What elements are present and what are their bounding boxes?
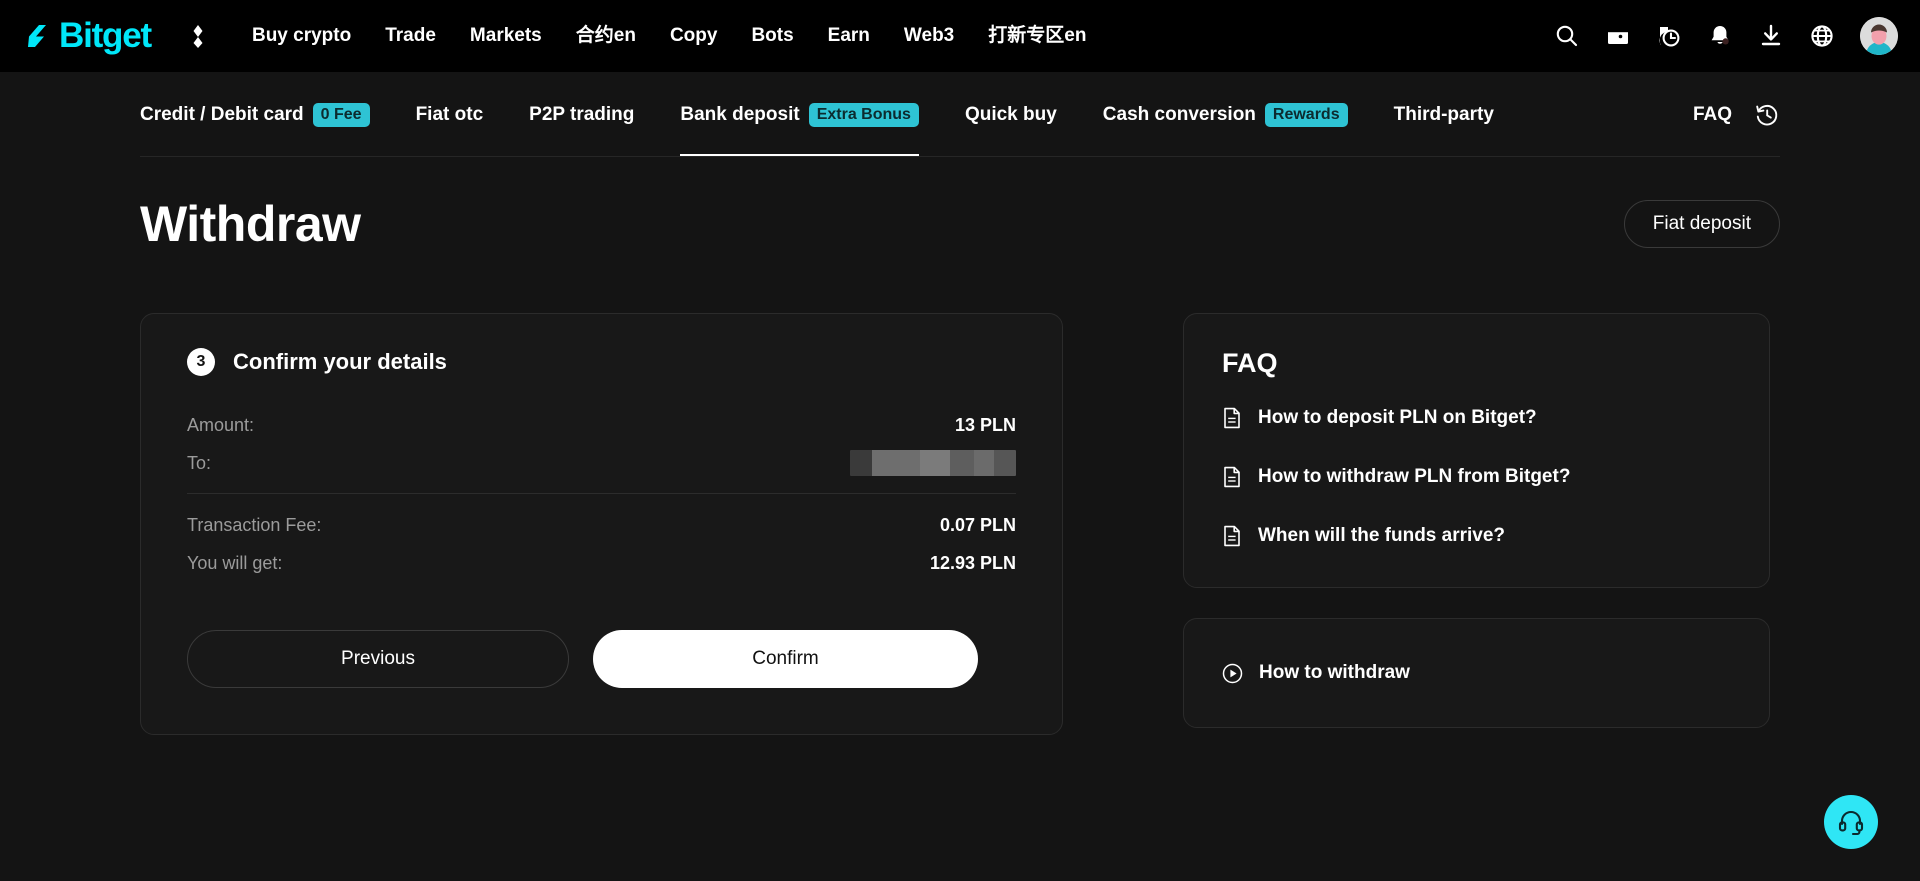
detail-row-transaction-fee: Transaction Fee: 0.07 PLN xyxy=(187,506,1016,544)
bitget-logo-text: Bitget xyxy=(59,16,152,55)
fiat-deposit-button[interactable]: Fiat deposit xyxy=(1623,200,1780,248)
sub-navigation: Credit / Debit card 0 Fee Fiat otc P2P t… xyxy=(0,72,1920,157)
subnav-tab-bank-deposit[interactable]: Bank deposit Extra Bonus xyxy=(680,72,919,157)
notification-bell-icon[interactable] xyxy=(1707,23,1733,49)
document-icon xyxy=(1224,466,1240,488)
faq-item-deposit-pln[interactable]: How to deposit PLN on Bitget? xyxy=(1222,407,1731,429)
nav-item-earn[interactable]: Earn xyxy=(811,24,887,48)
subnav-label: Bank deposit xyxy=(680,103,800,125)
detail-rows: Amount: 13 PLN To: Transaction Fee: 0.07… xyxy=(187,406,1016,582)
detail-value-amount: 13 PLN xyxy=(954,414,1016,435)
faq-item-withdraw-pln[interactable]: How to withdraw PLN from Bitget? xyxy=(1222,466,1731,488)
detail-row-to: To: xyxy=(187,444,1016,482)
detail-label: You will get: xyxy=(187,552,283,573)
faq-item-funds-arrive[interactable]: When will the funds arrive? xyxy=(1222,525,1731,547)
detail-label: Transaction Fee: xyxy=(187,514,322,535)
detail-value-transaction-fee: 0.07 PLN xyxy=(939,514,1016,535)
detail-value-you-will-get: 12.93 PLN xyxy=(929,552,1016,573)
faq-item-label: How to withdraw PLN from Bitget? xyxy=(1258,466,1571,487)
previous-button[interactable]: Previous xyxy=(187,630,569,688)
step-header: 3 Confirm your details xyxy=(187,348,1016,376)
detail-label: To: xyxy=(187,452,212,473)
nav-item-trade[interactable]: Trade xyxy=(368,24,453,48)
document-icon xyxy=(1224,407,1240,429)
language-globe-icon[interactable] xyxy=(1809,23,1835,49)
how-to-withdraw-card[interactable]: How to withdraw xyxy=(1183,618,1770,728)
how-to-withdraw-label: How to withdraw xyxy=(1259,662,1410,683)
detail-row-you-will-get: You will get: 12.93 PLN xyxy=(187,544,1016,582)
faq-panel: FAQ How to deposit PLN on Bitget? How to… xyxy=(1183,313,1770,588)
subnav-label: P2P trading xyxy=(529,103,635,125)
main-nav: Buy crypto Trade Markets 合约en Copy Bots … xyxy=(235,24,1103,48)
bitget-logo-icon xyxy=(28,25,46,47)
nav-item-web3[interactable]: Web3 xyxy=(887,24,971,48)
header-icon-group xyxy=(1554,0,1898,72)
faq-item-label: How to deposit PLN on Bitget? xyxy=(1258,407,1537,428)
right-column: FAQ How to deposit PLN on Bitget? How to… xyxy=(1183,313,1770,728)
title-row: Withdraw Fiat deposit xyxy=(140,195,1780,253)
nav-item-futures[interactable]: 合约en xyxy=(559,24,653,48)
nav-item-copy[interactable]: Copy xyxy=(653,24,735,48)
faq-list: How to deposit PLN on Bitget? How to wit… xyxy=(1222,407,1731,547)
main-content: 3 Confirm your details Amount: 13 PLN To… xyxy=(140,313,1780,735)
page-root: Bitget Buy crypto Trade Markets 合约en Cop… xyxy=(0,0,1920,881)
history-icon[interactable] xyxy=(1754,102,1780,128)
badge-zero-fee: 0 Fee xyxy=(312,102,370,127)
subnav-label: Fiat otc xyxy=(415,103,484,125)
wallet-icon[interactable] xyxy=(1605,23,1631,49)
subnav-tab-quick-buy[interactable]: Quick buy xyxy=(965,72,1057,157)
nav-item-markets[interactable]: Markets xyxy=(453,24,559,48)
redacted-recipient-value xyxy=(850,450,1016,476)
play-circle-icon xyxy=(1222,663,1243,683)
support-chat-button[interactable] xyxy=(1824,795,1878,849)
step-number-badge: 3 xyxy=(187,348,215,376)
avatar-image xyxy=(1860,17,1898,55)
nav-item-buy-crypto[interactable]: Buy crypto xyxy=(235,24,368,48)
subnav-divider xyxy=(140,156,1780,157)
faq-item-label: When will the funds arrive? xyxy=(1258,525,1506,546)
bitget-logo[interactable]: Bitget xyxy=(22,16,152,55)
subnav-label: Quick buy xyxy=(964,103,1057,125)
confirm-button[interactable]: Confirm xyxy=(593,630,978,688)
headset-support-icon xyxy=(1838,810,1864,836)
badge-rewards: Rewards xyxy=(1264,102,1348,127)
page-title: Withdraw xyxy=(140,196,361,252)
subnav-tab-cash-conversion[interactable]: Cash conversion Rewards xyxy=(1103,72,1348,157)
top-header: Bitget Buy crypto Trade Markets 合约en Cop… xyxy=(0,0,1920,72)
subnav-tab-p2p-trading[interactable]: P2P trading xyxy=(529,72,634,157)
faq-panel-title: FAQ xyxy=(1222,348,1278,378)
subnav-label: Third-party xyxy=(1393,103,1494,125)
detail-label: Amount: xyxy=(187,414,255,435)
detail-row-amount: Amount: 13 PLN xyxy=(187,406,1016,444)
nav-item-bots[interactable]: Bots xyxy=(734,24,810,48)
row-divider xyxy=(187,493,1016,494)
search-icon[interactable] xyxy=(1554,23,1580,49)
step-title: Confirm your details xyxy=(233,349,447,374)
order-history-icon[interactable] xyxy=(1656,23,1682,49)
subnav-faq-link[interactable]: FAQ xyxy=(1693,104,1732,126)
subnav-label: Credit / Debit card xyxy=(140,103,304,125)
document-icon xyxy=(1224,525,1240,547)
nav-item-launchpad[interactable]: 打新专区en xyxy=(971,24,1103,48)
subnav-label: Cash conversion xyxy=(1102,103,1256,125)
action-buttons: Previous Confirm xyxy=(187,630,1016,688)
apps-diamond-icon[interactable] xyxy=(183,21,213,51)
subnav-tab-fiat-otc[interactable]: Fiat otc xyxy=(416,72,484,157)
subnav-tab-credit-debit-card[interactable]: Credit / Debit card 0 Fee xyxy=(140,72,370,157)
confirm-details-card: 3 Confirm your details Amount: 13 PLN To… xyxy=(140,313,1063,735)
badge-extra-bonus: Extra Bonus xyxy=(808,102,919,127)
subnav-tab-third-party[interactable]: Third-party xyxy=(1394,72,1494,157)
download-icon[interactable] xyxy=(1758,23,1784,49)
avatar[interactable] xyxy=(1860,17,1898,55)
